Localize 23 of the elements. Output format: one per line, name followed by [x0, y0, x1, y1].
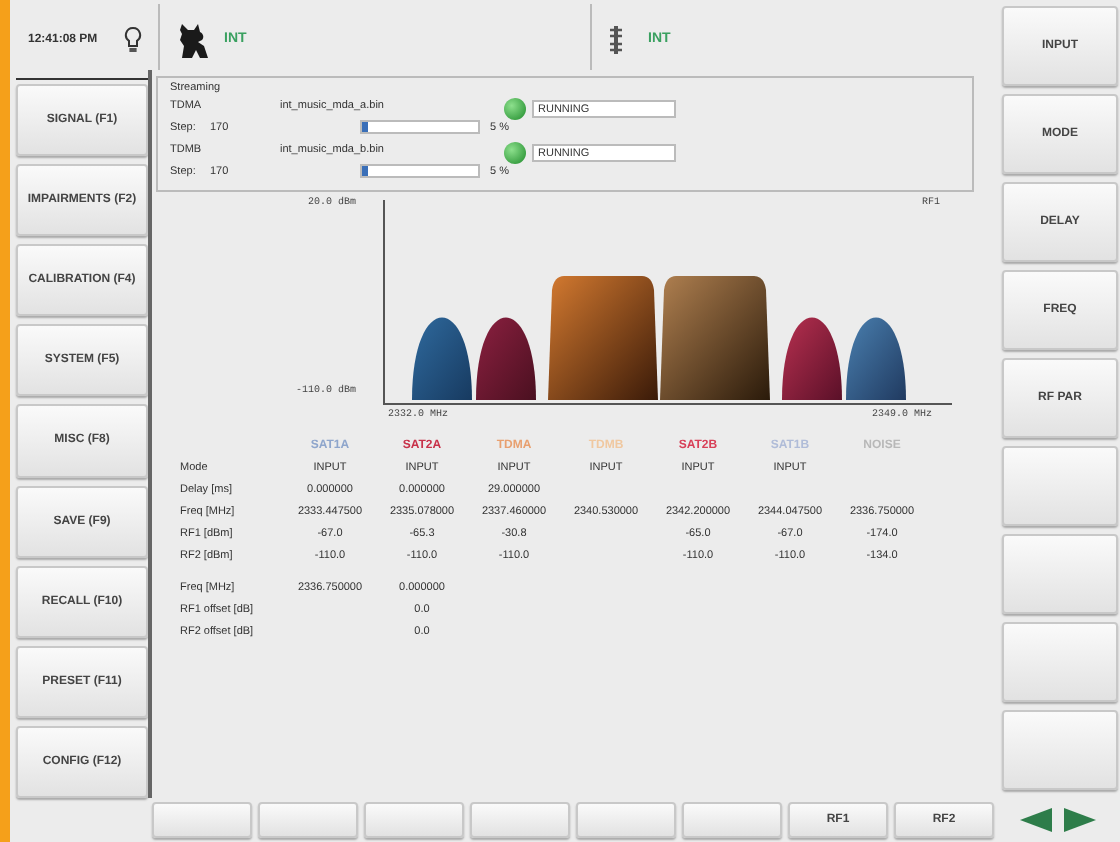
blank-softkey[interactable]	[364, 802, 464, 838]
channel-spectrum-shape	[412, 317, 472, 400]
blank-softkey[interactable]	[1002, 710, 1118, 790]
blank-softkey[interactable]	[258, 802, 358, 838]
lightbulb-icon	[124, 25, 142, 53]
next-arrow-icon[interactable]	[1064, 808, 1096, 832]
antenna-icon	[608, 23, 624, 55]
previous-arrow-icon[interactable]	[1020, 808, 1052, 832]
channel-spectrum-shape	[660, 276, 770, 400]
channel-spectrum-shape	[476, 317, 536, 400]
progress-bar	[360, 120, 480, 134]
channel-spectrum-shape	[782, 317, 842, 400]
blank-softkey[interactable]	[576, 802, 676, 838]
blank-softkey[interactable]	[682, 802, 782, 838]
progress-bar	[360, 164, 480, 178]
blank-softkey[interactable]	[1002, 534, 1118, 614]
channel-spectrum-shape	[846, 317, 906, 400]
dog-icon	[176, 19, 212, 59]
blank-softkey[interactable]	[1002, 446, 1118, 526]
blank-softkey[interactable]	[152, 802, 252, 838]
blank-softkey[interactable]	[1002, 622, 1118, 702]
blank-softkey[interactable]	[470, 802, 570, 838]
channel-spectrum-shape	[548, 276, 658, 400]
